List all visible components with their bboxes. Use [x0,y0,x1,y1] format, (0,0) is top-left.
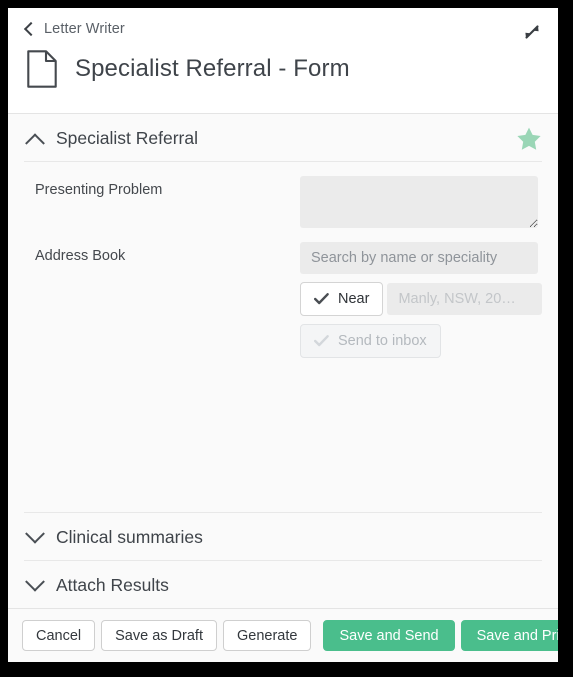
check-icon [314,335,329,347]
chevron-up-icon [25,132,45,153]
generate-button[interactable]: Generate [222,620,312,651]
field-col-address-book: Near Send to inbox [300,242,543,358]
chevron-down-icon [25,571,45,592]
title-row: Specialist Referral - Form [24,50,542,88]
label-presenting-problem: Presenting Problem [35,182,163,198]
near-toggle-button[interactable]: Near [300,282,384,316]
accordion-clinical-summaries[interactable]: Clinical summaries [8,513,558,560]
section-title-clinical-summaries: Clinical summaries [56,527,203,547]
form-body: Specialist Referral Presenting Problem A… [8,114,558,608]
save-as-draft-button[interactable]: Save as Draft [101,620,217,651]
form-row-address-book: Address Book Near [24,242,543,358]
document-icon [27,50,57,88]
page-header: Letter Writer Specialist Referral - Form [8,8,558,114]
cancel-button[interactable]: Cancel [22,620,96,651]
footer-action-bar: Cancel Save as Draft Generate Save and S… [8,608,558,662]
expand-diagonal-icon[interactable] [520,20,544,44]
check-icon [314,293,329,305]
near-filter-row: Near [300,282,543,316]
page-title: Specialist Referral - Form [75,55,350,82]
address-book-search-input[interactable] [300,242,538,274]
save-and-print-button[interactable]: Save and Print [460,620,558,651]
label-address-book: Address Book [35,248,126,264]
send-to-inbox-toggle-button[interactable]: Send to inbox [300,324,441,358]
accordion-attach-results[interactable]: Attach Results [8,561,558,608]
back-to-letter-writer-link[interactable]: Letter Writer [23,18,125,40]
form-row-presenting-problem: Presenting Problem [24,176,542,228]
chevron-left-icon [23,21,39,37]
presenting-problem-textarea[interactable] [300,176,538,228]
specialist-referral-body: Presenting Problem Address Book Ne [8,162,558,512]
chevron-down-icon [25,523,45,544]
app-viewport: Letter Writer Specialist Referral - Form… [8,8,558,662]
footer-primary-actions: Save and Send Save and Print [317,620,558,651]
section-title-specialist-referral: Specialist Referral [56,128,198,148]
send-to-inbox-label: Send to inbox [338,333,427,349]
near-toggle-label: Near [338,291,370,307]
section-title-attach-results: Attach Results [56,575,169,595]
save-and-send-button[interactable]: Save and Send [323,620,455,651]
accordion-specialist-referral[interactable]: Specialist Referral [8,114,558,161]
near-location-input[interactable] [387,283,543,315]
back-link-label: Letter Writer [44,21,125,37]
field-col-presenting-problem [300,176,542,228]
star-icon[interactable] [516,126,542,152]
